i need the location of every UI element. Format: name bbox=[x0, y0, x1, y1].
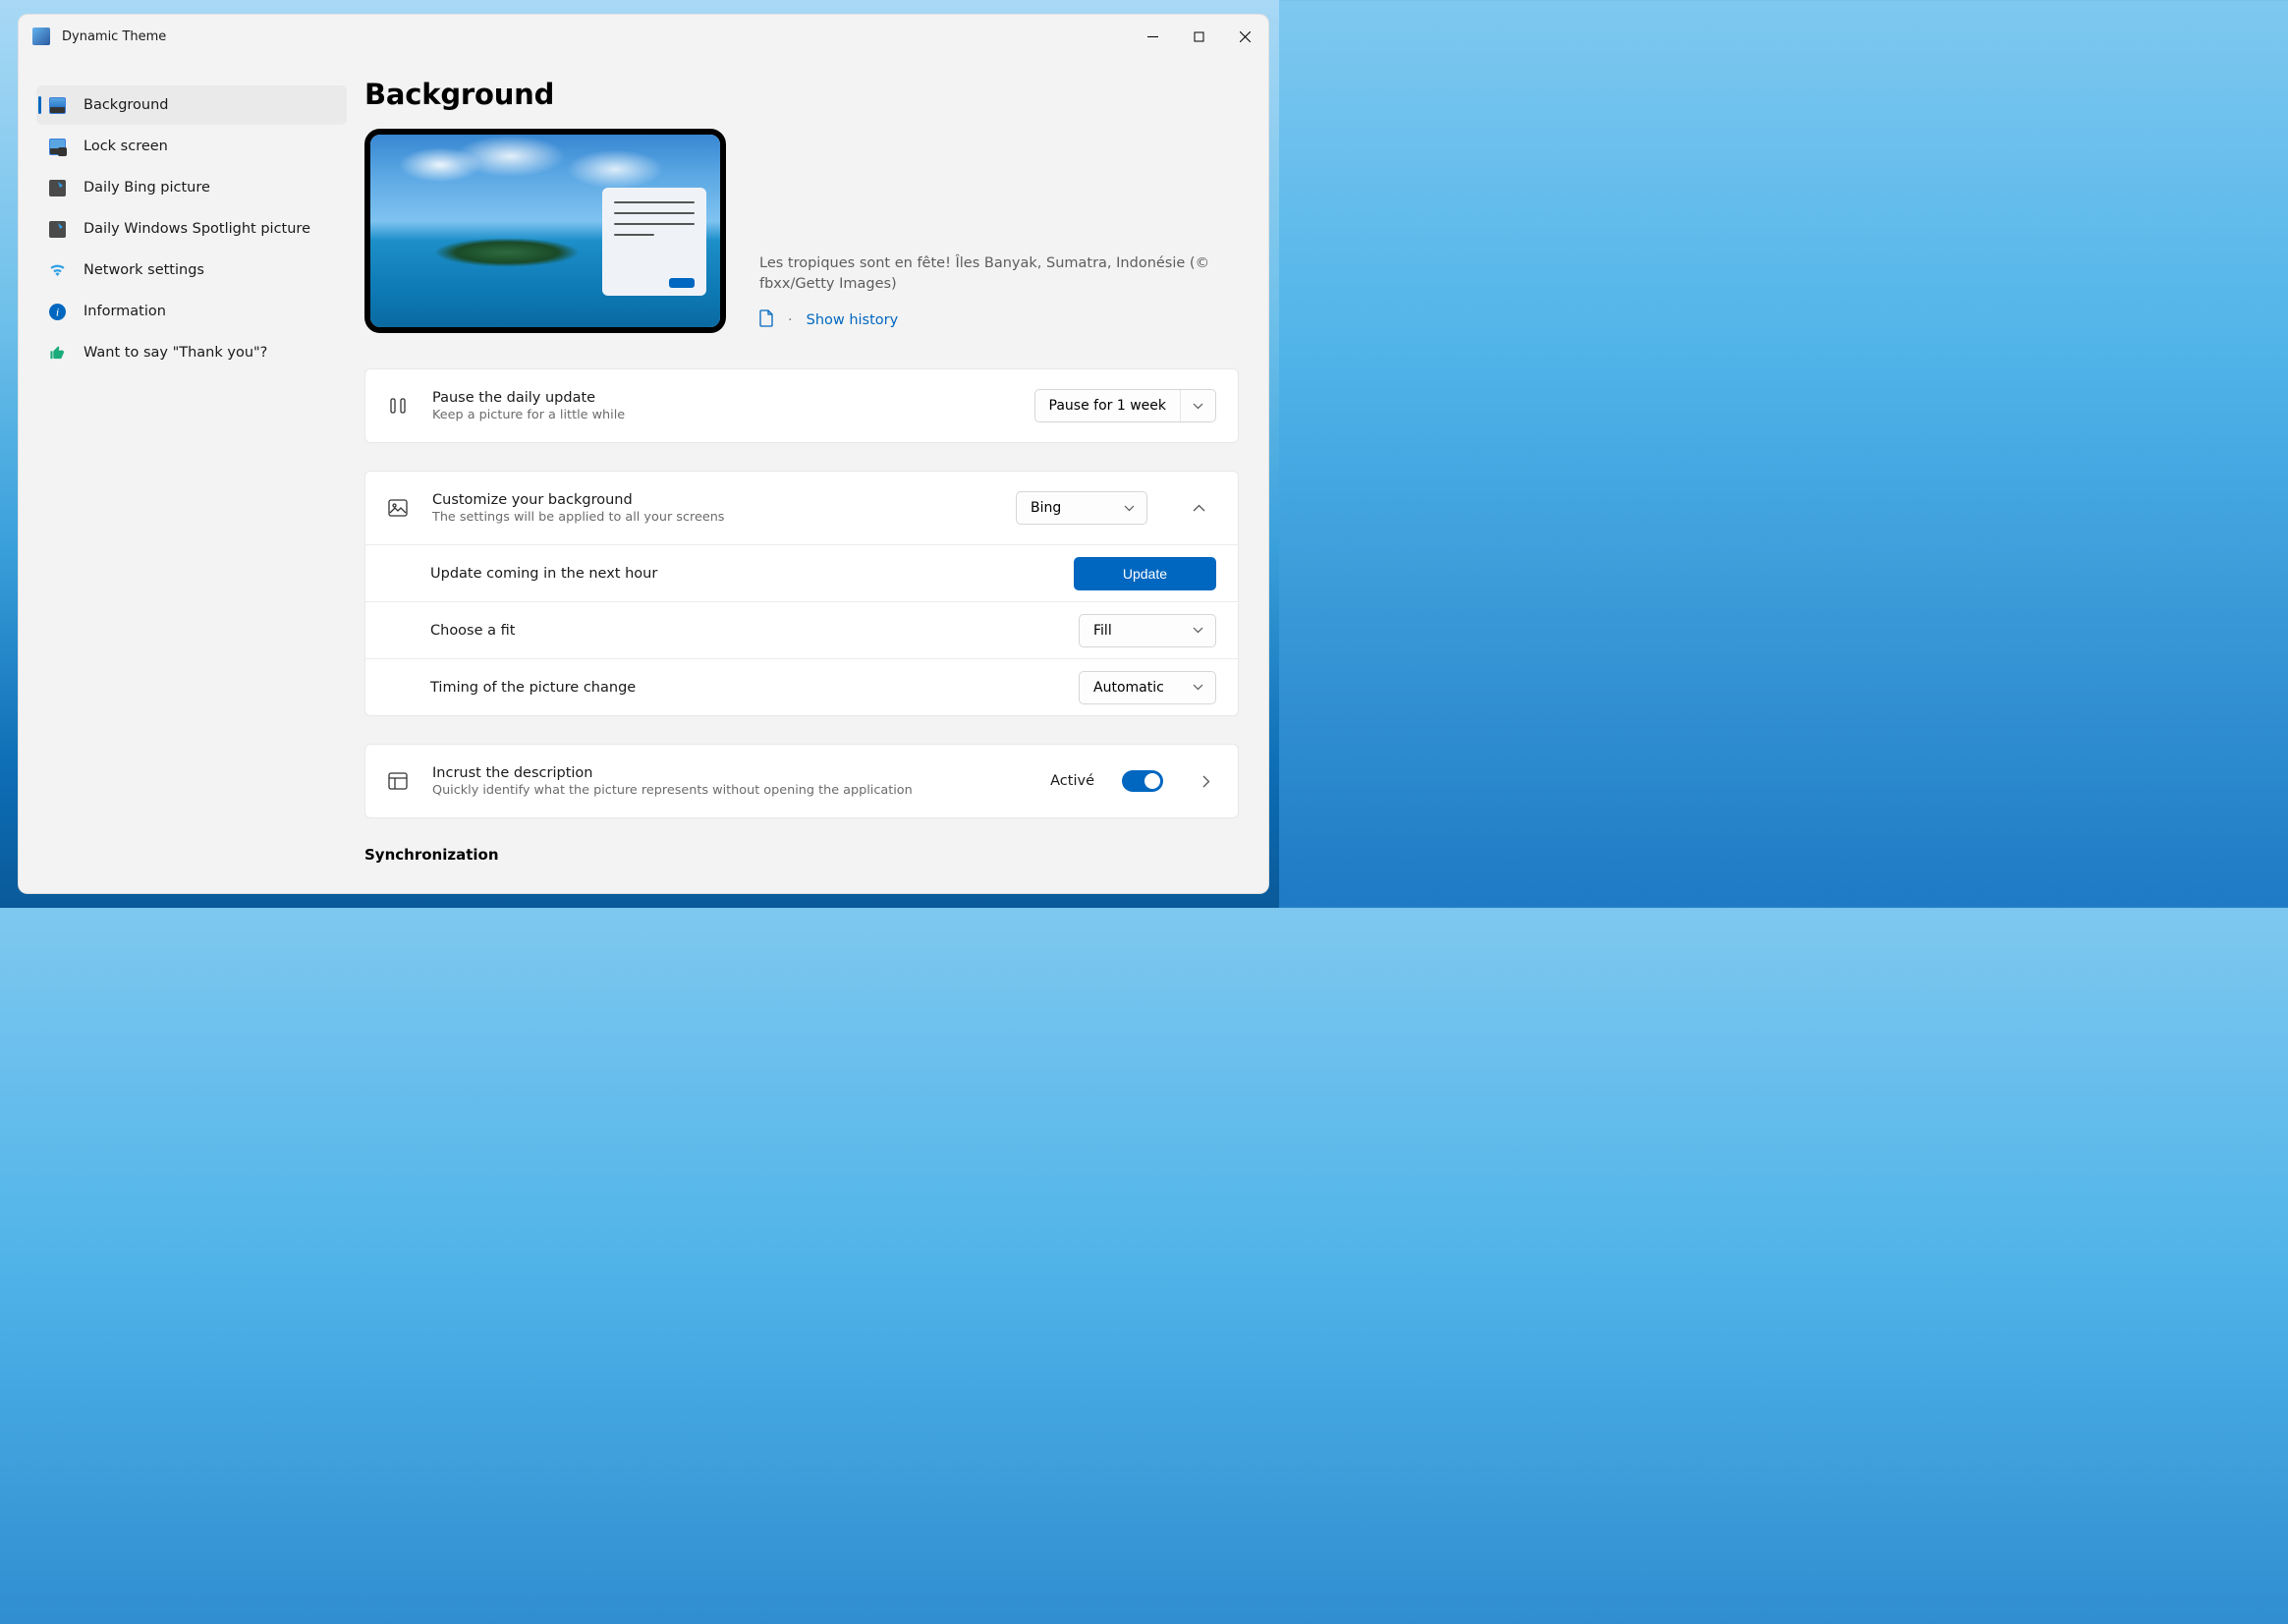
chevron-up-icon bbox=[1193, 504, 1205, 512]
customize-subtitle: The settings will be applied to all your… bbox=[432, 510, 992, 525]
wifi-icon bbox=[48, 261, 66, 279]
customize-title: Customize your background bbox=[432, 492, 992, 508]
minimize-icon bbox=[1147, 31, 1158, 42]
sidebar-item-background[interactable]: Background bbox=[36, 85, 347, 125]
update-button[interactable]: Update bbox=[1074, 557, 1216, 590]
app-icon bbox=[32, 28, 50, 45]
sidebar-item-label: Daily Windows Spotlight picture bbox=[84, 221, 310, 237]
preview-overlay-card bbox=[602, 188, 706, 296]
pause-icon bbox=[387, 397, 409, 415]
pause-card: Pause the daily update Keep a picture fo… bbox=[364, 368, 1239, 443]
window-body: Background Lock screen Daily Bing pictur… bbox=[19, 58, 1268, 893]
svg-text:i: i bbox=[55, 305, 58, 318]
show-history-link[interactable]: Show history bbox=[807, 312, 899, 328]
fit-label: Choose a fit bbox=[430, 623, 1055, 639]
sync-heading: Synchronization bbox=[364, 846, 1239, 864]
sidebar-item-network[interactable]: Network settings bbox=[36, 251, 347, 290]
description-icon bbox=[387, 772, 409, 790]
sidebar-item-spotlight[interactable]: Daily Windows Spotlight picture bbox=[36, 209, 347, 249]
dropdown-value: Fill bbox=[1080, 623, 1126, 639]
customize-card: Customize your background The settings w… bbox=[364, 471, 1239, 716]
chevron-right-icon bbox=[1202, 775, 1210, 788]
sidebar-item-label: Network settings bbox=[84, 262, 204, 278]
app-window: Dynamic Theme Background Lock screen bbox=[18, 14, 1269, 894]
chevron-down-icon bbox=[1180, 615, 1215, 646]
collapse-button[interactable] bbox=[1181, 491, 1216, 525]
incrust-toggle[interactable] bbox=[1122, 770, 1163, 792]
sidebar-item-label: Information bbox=[84, 304, 166, 319]
close-icon bbox=[1240, 31, 1251, 42]
pause-subtitle: Keep a picture for a little while bbox=[432, 408, 1011, 422]
sidebar-item-label: Background bbox=[84, 97, 169, 113]
document-icon[interactable] bbox=[759, 309, 774, 331]
preview-caption: Les tropiques sont en fête! Îles Banyak,… bbox=[759, 253, 1239, 294]
page-title: Background bbox=[364, 78, 1239, 111]
expand-button[interactable] bbox=[1197, 775, 1216, 788]
bing-picture-icon bbox=[48, 179, 66, 196]
chevron-down-icon bbox=[1180, 672, 1215, 703]
chevron-down-icon bbox=[1111, 492, 1146, 524]
titlebar: Dynamic Theme bbox=[19, 15, 1268, 58]
sidebar-item-information[interactable]: i Information bbox=[36, 292, 347, 331]
pause-title: Pause the daily update bbox=[432, 390, 1011, 406]
maximize-button[interactable] bbox=[1176, 21, 1222, 52]
sidebar-item-label: Want to say "Thank you"? bbox=[84, 345, 267, 361]
timing-label: Timing of the picture change bbox=[430, 680, 1055, 696]
sidebar: Background Lock screen Daily Bing pictur… bbox=[19, 58, 364, 893]
background-source-dropdown[interactable]: Bing bbox=[1016, 491, 1147, 525]
picture-icon bbox=[387, 498, 409, 518]
maximize-icon bbox=[1194, 31, 1204, 42]
dropdown-value: Automatic bbox=[1080, 680, 1178, 696]
toggle-state-label: Activé bbox=[1050, 773, 1094, 789]
lock-screen-icon bbox=[48, 138, 66, 155]
window-controls bbox=[1130, 21, 1268, 52]
sidebar-item-label: Lock screen bbox=[84, 139, 168, 154]
spotlight-icon bbox=[48, 220, 66, 238]
pause-duration-dropdown[interactable]: Pause for 1 week bbox=[1034, 389, 1216, 422]
background-preview bbox=[364, 129, 726, 333]
thumbs-up-icon bbox=[48, 344, 66, 362]
monitor-icon bbox=[48, 96, 66, 114]
info-icon: i bbox=[48, 303, 66, 320]
incrust-subtitle: Quickly identify what the picture repres… bbox=[432, 783, 1027, 798]
sidebar-item-thankyou[interactable]: Want to say "Thank you"? bbox=[36, 333, 347, 372]
preview-section: Les tropiques sont en fête! Îles Banyak,… bbox=[364, 129, 1239, 333]
update-status-text: Update coming in the next hour bbox=[430, 566, 1050, 582]
sidebar-item-bing[interactable]: Daily Bing picture bbox=[36, 168, 347, 207]
dropdown-value: Bing bbox=[1017, 500, 1075, 516]
incrust-card: Incrust the description Quickly identify… bbox=[364, 744, 1239, 818]
preview-meta: Les tropiques sont en fête! Îles Banyak,… bbox=[759, 253, 1239, 333]
close-button[interactable] bbox=[1222, 21, 1268, 52]
minimize-button[interactable] bbox=[1130, 21, 1176, 52]
app-title: Dynamic Theme bbox=[62, 29, 166, 44]
timing-dropdown[interactable]: Automatic bbox=[1079, 671, 1216, 704]
sidebar-item-lockscreen[interactable]: Lock screen bbox=[36, 127, 347, 166]
chevron-down-icon bbox=[1180, 390, 1215, 421]
incrust-title: Incrust the description bbox=[432, 765, 1027, 781]
sidebar-item-label: Daily Bing picture bbox=[84, 180, 210, 196]
separator: · bbox=[788, 312, 793, 328]
dropdown-value: Pause for 1 week bbox=[1035, 398, 1180, 414]
fit-dropdown[interactable]: Fill bbox=[1079, 614, 1216, 647]
content-area: Background Les tropiques sont en fête! Î… bbox=[364, 58, 1268, 893]
